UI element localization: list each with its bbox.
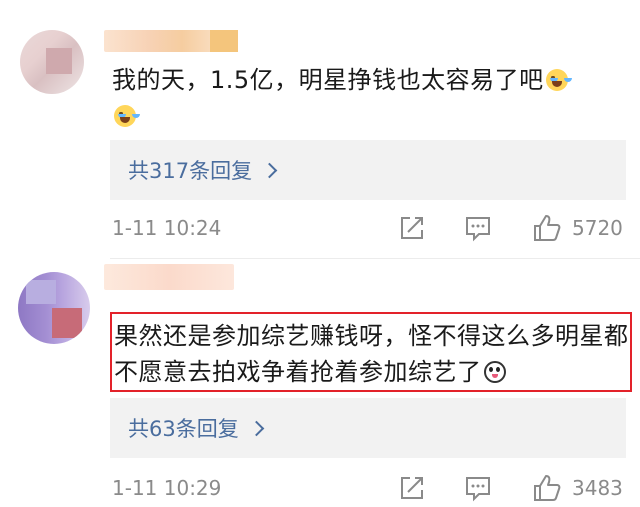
replies-count-label: 共317条回复 — [128, 159, 253, 183]
avatar[interactable] — [20, 30, 84, 94]
comment-icon — [466, 477, 490, 502]
like-icon — [534, 215, 561, 241]
share-icon — [401, 477, 423, 499]
username-blurred[interactable] — [104, 30, 238, 52]
comment-icon — [466, 217, 490, 242]
comment-body: 果然还是参加综艺赚钱呀，怪不得这么多明星都不愿意去拍戏争着抢着参加综艺了 — [114, 322, 629, 386]
comment-meta: 1-11 10:24 5720 — [112, 214, 626, 244]
comment-button[interactable] — [464, 214, 492, 242]
like-icon — [534, 475, 561, 501]
chevron-right-icon — [261, 162, 278, 178]
comment-meta: 1-11 10:29 3483 — [112, 474, 626, 504]
replies-count-label: 共63条回复 — [128, 417, 239, 441]
view-replies-button[interactable]: 共63条回复 — [110, 398, 626, 458]
comment-item: 果然还是参加综艺赚钱呀，怪不得这么多明星都不愿意去拍戏争着抢着参加综艺了 共63… — [0, 258, 640, 507]
view-replies-button[interactable]: 共317条回复 — [110, 140, 626, 200]
comment-button[interactable] — [464, 474, 492, 502]
share-button[interactable] — [398, 474, 426, 502]
chevron-right-icon — [248, 420, 265, 436]
comment-body: 我的天，1.5亿，明星挣钱也太容易了吧 — [112, 66, 544, 94]
avatar[interactable] — [18, 272, 90, 344]
panda-emoji-icon — [483, 361, 506, 383]
share-button[interactable] — [398, 214, 426, 242]
timestamp: 1-11 10:24 — [112, 216, 222, 240]
loudly-crying-emoji-icon — [545, 69, 568, 91]
timestamp: 1-11 10:29 — [112, 476, 222, 500]
like-button[interactable]: 3483 — [532, 474, 623, 502]
loudly-crying-emoji-icon — [114, 105, 136, 127]
like-button[interactable]: 5720 — [532, 214, 623, 242]
share-icon — [401, 217, 423, 239]
like-count: 5720 — [572, 216, 623, 240]
comment-item: 我的天，1.5亿，明星挣钱也太容易了吧 共317条回复 1-11 10:24 5… — [0, 0, 640, 258]
like-count: 3483 — [572, 476, 623, 500]
comment-text-highlighted: 果然还是参加综艺赚钱呀，怪不得这么多明星都不愿意去拍戏争着抢着参加综艺了 — [110, 312, 632, 392]
comment-text: 我的天，1.5亿，明星挣钱也太容易了吧 — [112, 62, 626, 134]
username-blurred[interactable] — [104, 264, 234, 290]
